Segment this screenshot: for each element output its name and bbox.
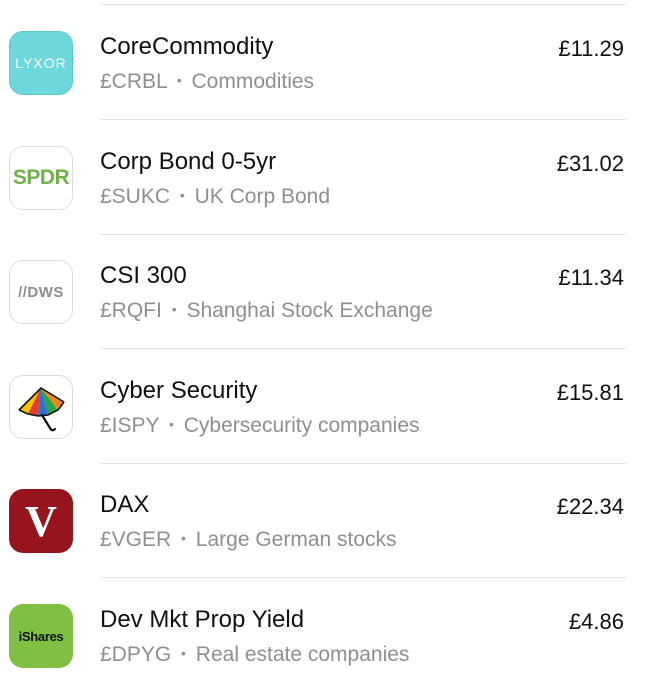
fund-row-corecommodity[interactable]: LYXOR CoreCommodity £CRBL • Commodities … [0, 5, 646, 120]
ishares-logo-icon: iShares [9, 604, 73, 668]
fund-description: Commodities [191, 70, 315, 93]
fund-subtitle: £SUKC • UK Corp Bond [100, 185, 330, 209]
fund-description: Large German stocks [195, 528, 397, 551]
fund-ticker: £DPYG [100, 643, 172, 666]
fund-description: UK Corp Bond [194, 185, 331, 208]
fund-description: Cybersecurity companies [183, 414, 420, 437]
fund-price: £15.81 [556, 380, 624, 405]
fund-description: Real estate companies [195, 643, 410, 666]
fund-ticker: £VGER [100, 528, 172, 551]
separator-dot: • [176, 72, 182, 88]
fund-row-dev-mkt-prop-yield[interactable]: iShares Dev Mkt Prop Yield £DPYG • Real … [0, 578, 646, 693]
fund-price: £11.34 [558, 265, 624, 290]
fund-name: Dev Mkt Prop Yield [100, 606, 305, 633]
dws-logo-icon: //DWS [9, 260, 73, 324]
fund-name: DAX [100, 491, 150, 518]
fund-price: £31.02 [556, 151, 624, 176]
fund-ticker: £CRBL [100, 70, 167, 93]
fund-price: £4.86 [568, 609, 624, 634]
separator-dot: • [179, 187, 185, 203]
fund-price: £11.29 [558, 36, 624, 61]
lyxor-logo-icon: LYXOR [9, 31, 73, 95]
fund-ticker: £SUKC [100, 185, 171, 208]
fund-description: Shanghai Stock Exchange [186, 299, 433, 322]
separator-dot: • [169, 416, 174, 432]
fund-subtitle: £RQFI • Shanghai Stock Exchange [100, 299, 433, 323]
logo-text: LYXOR [15, 55, 67, 71]
fund-name: CoreCommodity [100, 33, 274, 60]
fund-row-cyber-security[interactable]: Cyber Security £ISPY • Cybersecurity com… [0, 349, 646, 464]
fund-ticker: £ISPY [100, 414, 160, 437]
fund-row-corp-bond[interactable]: SPDR Corp Bond 0-5yr £SUKC • UK Corp Bon… [0, 120, 646, 235]
fund-subtitle: £VGER • Large German stocks [100, 528, 397, 552]
spdr-logo-icon: SPDR [9, 146, 73, 210]
separator-dot: • [171, 301, 177, 317]
logo-text: iShares [18, 628, 64, 644]
fund-subtitle: £DPYG • Real estate companies [100, 643, 409, 667]
fund-ticker: £RQFI [100, 299, 162, 322]
umbrella-logo-icon [9, 375, 73, 439]
fund-name: Corp Bond 0-5yr [100, 148, 277, 175]
logo-text: SPDR [12, 166, 70, 189]
fund-name: Cyber Security [100, 377, 258, 404]
fund-row-dax[interactable]: V DAX £VGER • Large German stocks £22.34 [0, 463, 646, 578]
logo-text: V [25, 496, 57, 546]
fund-name: CSI 300 [100, 262, 187, 289]
fund-row-csi-300[interactable]: //DWS CSI 300 £RQFI • Shanghai Stock Exc… [0, 234, 646, 349]
fund-subtitle: £CRBL • Commodities [100, 70, 314, 94]
fund-price: £22.34 [556, 494, 624, 519]
logo-text: //DWS [18, 283, 64, 301]
vanguard-logo-icon: V [9, 489, 73, 553]
separator-dot: • [181, 645, 186, 661]
separator-dot: • [181, 530, 186, 546]
fund-subtitle: £ISPY • Cybersecurity companies [100, 414, 420, 438]
